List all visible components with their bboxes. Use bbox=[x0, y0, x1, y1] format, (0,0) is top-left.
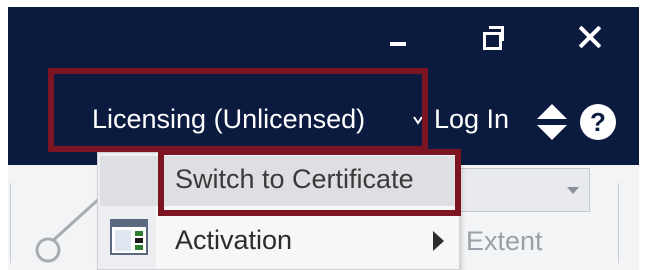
minimize-icon bbox=[390, 42, 406, 46]
licensing-menu-button[interactable]: Licensing (Unlicensed) bbox=[92, 104, 365, 135]
line-tool-icon[interactable] bbox=[28, 190, 108, 270]
activation-icon bbox=[110, 219, 148, 255]
extent-label: Extent bbox=[466, 226, 543, 256]
restore-button[interactable] bbox=[474, 17, 514, 57]
title-bar bbox=[8, 7, 639, 165]
chevron-down-icon[interactable] bbox=[412, 114, 424, 126]
menu-item-activation[interactable]: Activation bbox=[175, 225, 292, 256]
restore-icon bbox=[483, 26, 505, 50]
log-in-button[interactable]: Log In bbox=[434, 104, 509, 135]
menu-item-label[interactable]: Switch to Certificate bbox=[175, 164, 414, 195]
close-button[interactable] bbox=[570, 17, 610, 57]
up-down-icon[interactable] bbox=[535, 103, 569, 141]
licensing-dropdown-menu: Switch to Certificate Activation bbox=[97, 152, 460, 270]
ribbon-divider bbox=[618, 183, 619, 263]
ribbon-dropdown[interactable] bbox=[448, 168, 590, 212]
submenu-arrow-icon bbox=[433, 231, 444, 251]
help-button[interactable]: ? bbox=[580, 104, 616, 140]
dropdown-arrow-icon bbox=[567, 187, 579, 194]
ribbon-divider bbox=[10, 183, 11, 263]
minimize-button[interactable] bbox=[378, 17, 418, 57]
close-icon bbox=[578, 25, 602, 49]
